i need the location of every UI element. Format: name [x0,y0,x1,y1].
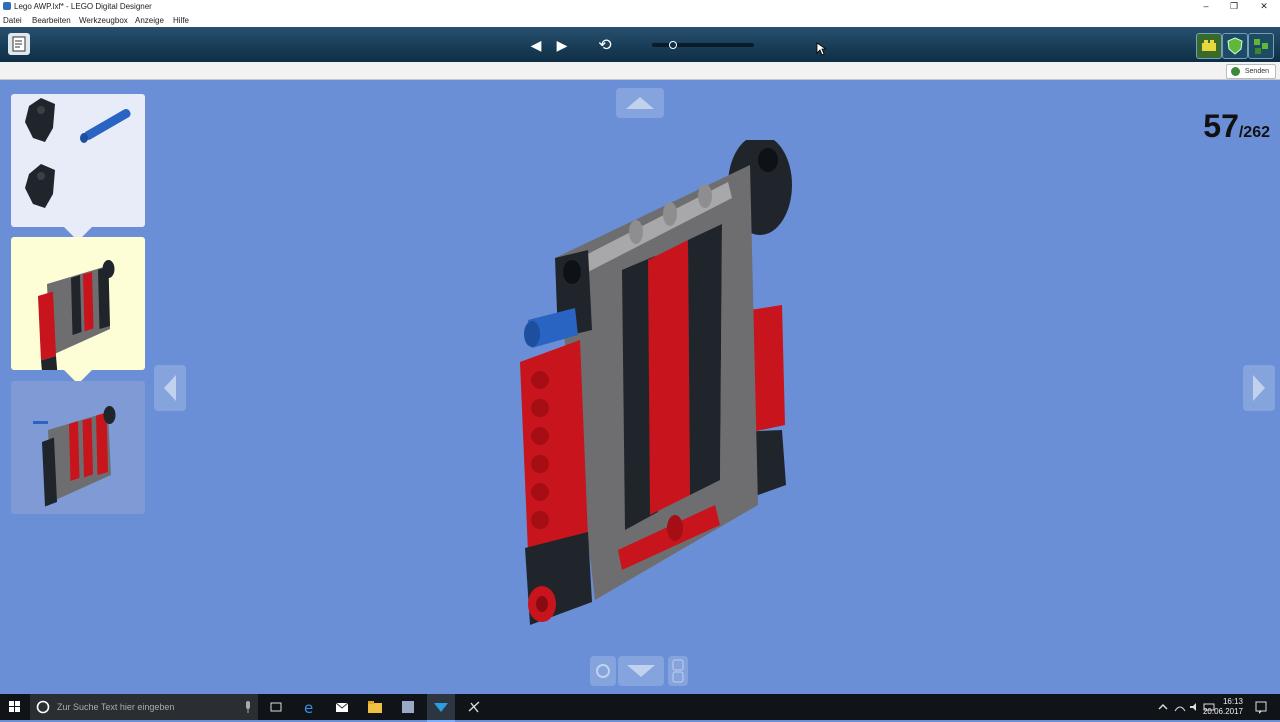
view-mode-button[interactable] [1222,33,1248,59]
previous-step-overlay-button[interactable] [154,365,186,411]
title-bar: Lego AWP.lxf* - LEGO Digital Designer – … [0,0,1280,13]
zoom-stepper[interactable] [668,656,688,686]
instructions-mode-button[interactable] [1248,33,1274,59]
lego-model[interactable] [500,140,810,640]
camera-down-button[interactable] [618,656,664,686]
step-counter: 57/262 [1203,108,1270,145]
menu-bearbeiten[interactable]: Bearbeiten [32,16,71,25]
axle-ring-2 [663,202,677,226]
window-title: Lego AWP.lxf* - LEGO Digital Designer [14,2,152,11]
menu-anzeige[interactable]: Anzeige [135,16,164,25]
secondary-toolbar [0,62,1280,80]
axle-ring-1 [629,220,643,244]
current-step-panel[interactable] [11,237,145,377]
current-step-number: 57 [1203,108,1239,144]
notifications-icon[interactable] [1253,699,1269,715]
next-step-panel[interactable] [11,381,145,514]
previous-step-button[interactable]: ◀ [527,36,545,54]
arrow-up-icon [626,97,654,109]
file-explorer-icon[interactable] [367,699,383,715]
parts-list-panel [11,94,145,227]
microphone-icon [246,701,250,713]
next-step-button[interactable]: ▶ [553,36,571,54]
arrow-left-icon [164,375,176,401]
edge-browser-icon[interactable]: e [302,699,318,715]
document-icon [12,36,26,52]
svg-text:e: e [304,699,313,715]
taskbar-search[interactable]: Zur Suche Text hier eingeben [30,694,258,720]
mail-icon[interactable] [334,699,350,715]
zoom-button[interactable] [590,656,616,686]
shield-icon [1227,37,1243,55]
main-toolbar [0,27,1280,62]
connector-hole-left [563,260,581,284]
menu-bar: Datei Bearbeiten Werkzeugbox Anzeige Hil… [0,13,1280,27]
clock-date: 20.06.2017 [1202,707,1243,716]
windows-start-icon[interactable] [7,699,23,715]
close-button[interactable]: ✕ [1250,0,1278,13]
next-step-thumbnail [33,406,116,507]
current-step-thumbnail [38,260,115,377]
red-beam-1 [648,240,690,515]
search-placeholder: Zur Suche Text hier eingeben [57,702,175,712]
menu-hilfe[interactable]: Hilfe [173,16,189,25]
send-button[interactable]: Senden [1225,64,1276,79]
cortana-icon [36,700,50,714]
arrow-right-icon [1253,375,1265,401]
menu-werkzeugbox[interactable]: Werkzeugbox [79,16,128,25]
clock-time: 16:13 [1222,697,1243,706]
rotate-button[interactable]: ⟲ [593,35,617,55]
snipping-tool-icon[interactable] [466,699,482,715]
system-clock[interactable]: 16:13 20.06.2017 [1203,697,1243,717]
lego-designer-icon [434,703,448,712]
total-steps: /262 [1238,124,1270,141]
gray-beam-right [720,212,752,485]
red-bush [667,515,683,541]
parts-list-illustration [25,98,131,208]
connector-hole-top [758,148,778,172]
lego-designer-taskbar-item[interactable] [427,694,455,722]
build-mode-button[interactable] [1196,33,1222,59]
send-icon [1230,67,1240,76]
red-beam-left [520,340,588,552]
brick-icon [1202,40,1216,51]
restore-button[interactable]: ❐ [1220,0,1248,13]
task-view-icon[interactable] [268,699,284,715]
app-icon [3,2,11,10]
playback-slider[interactable] [652,43,754,47]
network-icon[interactable] [1172,699,1188,715]
zoom-stepper-icon [672,659,684,683]
send-label: Senden [1244,68,1269,75]
minimize-button[interactable]: – [1192,0,1220,13]
arrow-down-icon [627,665,655,677]
target-icon [596,664,610,678]
app-icon-taskbar[interactable] [400,699,416,715]
menu-datei[interactable]: Datei [3,16,22,25]
instructions-icon [1254,39,1268,54]
camera-up-button[interactable] [616,88,664,118]
document-button[interactable] [8,33,30,55]
next-step-overlay-button[interactable] [1243,365,1275,411]
chevron-up-icon[interactable] [1155,699,1171,715]
blue-pin-end [524,321,540,347]
mouse-cursor [816,42,826,56]
dark-beam-2 [688,224,722,495]
axle-ring-3 [698,184,712,208]
taskbar: Zur Suche Text hier eingeben e 16:13 20.… [0,694,1280,722]
